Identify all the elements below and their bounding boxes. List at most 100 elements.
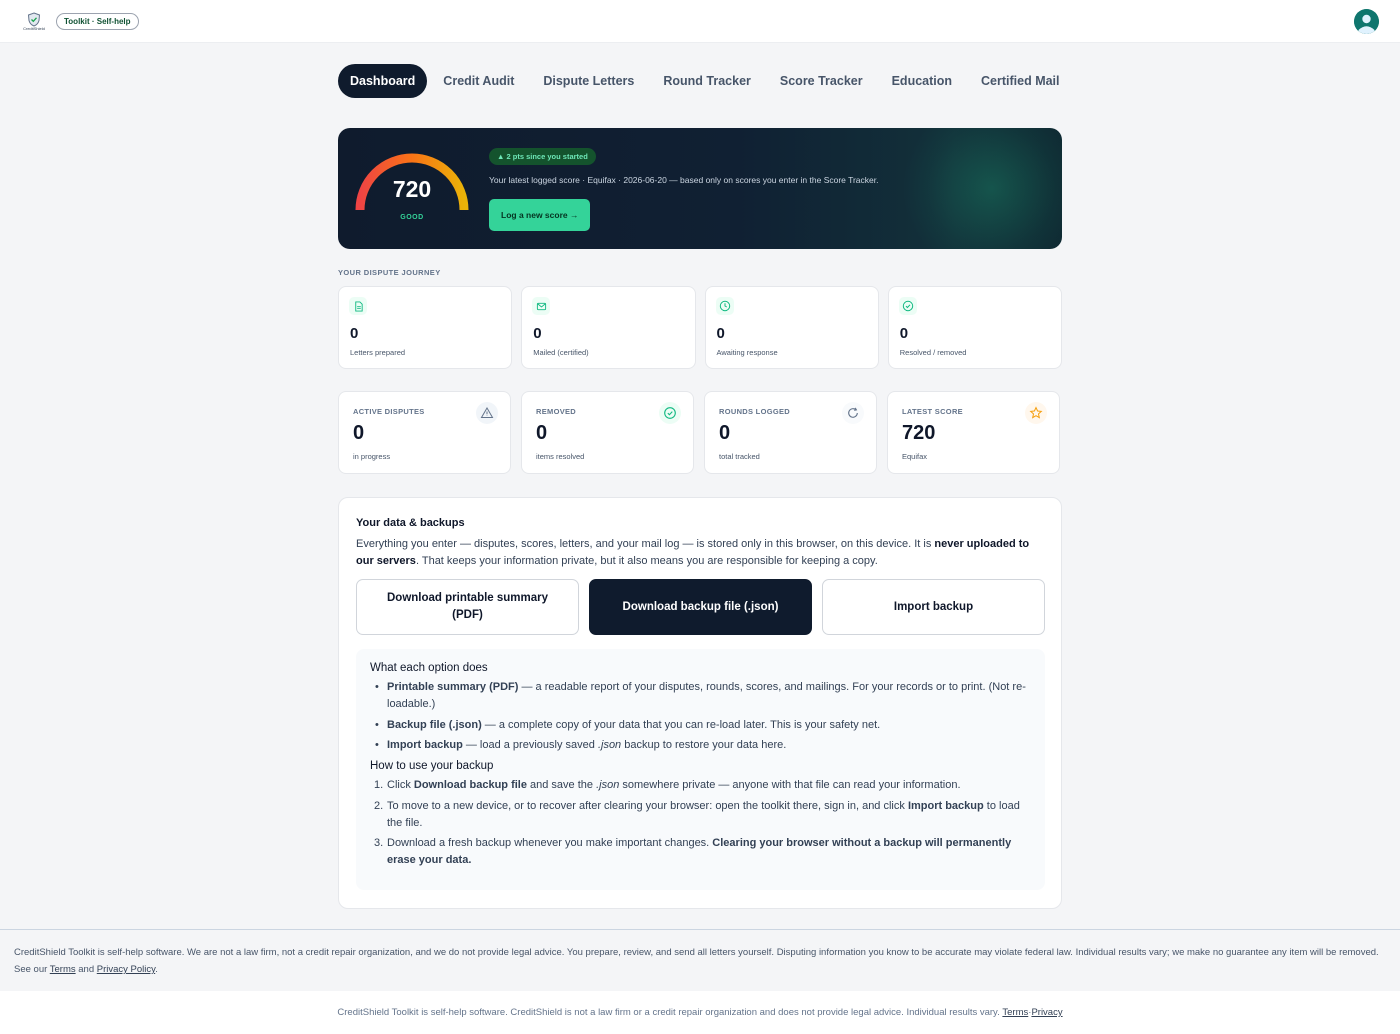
option-name: Import backup (387, 739, 463, 751)
stat-title: LATEST SCORE (902, 407, 963, 416)
score-hero-card: 720 GOOD ▲ 2 pts since you started Your … (338, 128, 1062, 249)
stat-subtitle: total tracked (719, 452, 760, 461)
step-text: Click (387, 779, 414, 791)
journey-card-letters-prepared: 0 Letters prepared (338, 286, 513, 369)
creditshield-logo[interactable]: CreditShield (22, 9, 46, 33)
download-backup-json-button[interactable]: Download backup file (.json) (589, 579, 812, 635)
step-text: Download a fresh backup whenever you mak… (387, 837, 713, 849)
toolkit-self-help-badge: Toolkit · Self-help (56, 12, 139, 30)
hero-glow (902, 128, 1062, 249)
star-icon (1025, 402, 1047, 424)
howto-list: 1. Click Download backup file and save th… (370, 777, 1031, 869)
stat-card-latest-score: LATEST SCORE 720 Equifax (887, 391, 1060, 474)
stat-subtitle: Equifax (902, 452, 928, 461)
privacy-policy-link[interactable]: Privacy Policy (97, 964, 155, 975)
stat-value: 720 (902, 422, 936, 444)
score-gauge: 720 GOOD (354, 150, 470, 230)
check-circle-icon (898, 297, 917, 315)
top-bar: CreditShield Toolkit · Self-help (0, 0, 1400, 43)
disclaimer-footer: CreditShield Toolkit is self-help softwa… (0, 929, 1400, 991)
option-text: — a complete copy of your data that you … (481, 718, 881, 731)
journey-label: Awaiting response (716, 348, 778, 357)
import-backup-button[interactable]: Import backup (822, 579, 1045, 635)
tab-dashboard[interactable]: Dashboard (338, 64, 428, 98)
footer-text: CreditShield Toolkit is self-help softwa… (337, 1007, 1000, 1018)
data-backups-description: Everything you enter — disputes, scores,… (356, 536, 1046, 570)
stat-value: 0 (536, 422, 548, 444)
disclaimer-text: CreditShield Toolkit is self-help softwa… (14, 947, 1379, 975)
desc-text: Everything you enter — disputes, scores,… (356, 538, 935, 550)
stat-subtitle: in progress (353, 452, 391, 461)
step-number: 1. (374, 779, 384, 791)
log-new-score-button[interactable]: Log a new score → (489, 199, 591, 231)
list-item: 3. Download a fresh backup whenever you m… (370, 835, 1031, 869)
terms-link[interactable]: Terms (50, 964, 76, 975)
howto-heading: How to use your backup (370, 760, 494, 772)
journey-value: 0 (716, 325, 725, 342)
gauge-rating-label: GOOD (400, 214, 424, 221)
tab-round-tracker[interactable]: Round Tracker (651, 64, 763, 98)
download-pdf-summary-button[interactable]: Download printable summary (PDF) (356, 579, 579, 635)
journey-label: Resolved / removed (899, 348, 967, 357)
disclaimer-end: . (155, 964, 158, 975)
stats-cards: ACTIVE DISPUTES 0 in progress REMOVED 0 … (338, 391, 1062, 474)
stat-value: 0 (719, 422, 731, 444)
document-icon (349, 297, 367, 315)
main-nav-tabs: Dashboard Credit Audit Dispute Letters R… (338, 64, 1062, 98)
step-italic: .json (596, 779, 620, 791)
option-text-end: backup to restore your data here. (621, 739, 787, 751)
step-number: 3. (374, 837, 384, 849)
stat-card-active-disputes: ACTIVE DISPUTES 0 in progress (338, 391, 511, 474)
tab-dispute-letters[interactable]: Dispute Letters (531, 64, 646, 98)
tab-education[interactable]: Education (880, 64, 964, 98)
stat-title: REMOVED (536, 407, 577, 416)
bottom-footer: CreditShield Toolkit is self-help softwa… (0, 991, 1400, 1034)
journey-card-resolved: 0 Resolved / removed (887, 286, 1062, 369)
journey-card-awaiting: 0 Awaiting response (704, 286, 879, 369)
list-item: 2. To move to a new device, or to recover… (370, 798, 1031, 832)
options-list: Printable summary (PDF) — a readable rep… (370, 679, 1031, 754)
list-item: Backup file (.json) — a complete copy of… (370, 717, 1031, 734)
tab-score-tracker[interactable]: Score Tracker (768, 64, 875, 98)
warning-icon (476, 402, 498, 424)
user-icon (1354, 9, 1379, 34)
journey-label: Letters prepared (350, 348, 406, 357)
tab-credit-audit[interactable]: Credit Audit (431, 64, 526, 98)
step-bold: Import backup (907, 799, 984, 812)
shield-icon (27, 11, 41, 27)
option-text: — load a previously saved (462, 739, 598, 751)
option-italic: .json (597, 739, 622, 751)
dispute-journey-cards: 0 Letters prepared 0 Mailed (certified) … (338, 286, 1062, 369)
options-heading: What each option does (370, 662, 488, 674)
stat-card-removed: REMOVED 0 items resolved (521, 391, 694, 474)
footer-privacy-link[interactable]: Privacy (1031, 1007, 1062, 1018)
tab-certified-mail[interactable]: Certified Mail (969, 64, 1062, 98)
journey-value: 0 (899, 325, 909, 342)
option-name: Backup file (.json) (387, 718, 482, 731)
journey-card-mailed: 0 Mailed (certified) (521, 286, 696, 369)
latest-score-description: Your latest logged score · Equifax · 202… (489, 175, 879, 185)
journey-label: Mailed (certified) (533, 348, 589, 357)
step-text: and save the (526, 779, 597, 791)
backup-button-row: Download printable summary (PDF) Downloa… (356, 579, 1045, 635)
score-change-badge: ▲ 2 pts since you started (489, 148, 596, 165)
disclaimer-and: and (75, 964, 97, 975)
check-circle-icon (659, 402, 681, 424)
user-avatar[interactable] (1354, 9, 1379, 34)
desc-text-end: . That keeps your information private, b… (415, 555, 878, 567)
list-item: 1. Click Download backup file and save th… (370, 777, 1031, 794)
stat-value: 0 (353, 422, 365, 444)
logo-text: CreditShield (23, 25, 45, 31)
clock-icon (715, 297, 734, 315)
stat-title: ROUNDS LOGGED (719, 407, 790, 416)
step-text: somewhere private — anyone with that fil… (619, 779, 961, 791)
gauge-score-value: 720 (392, 176, 432, 202)
footer-terms-link[interactable]: Terms (1002, 1007, 1028, 1018)
dispute-journey-label: YOUR DISPUTE JOURNEY (338, 268, 441, 277)
list-item: Printable summary (PDF) — a readable rep… (370, 679, 1031, 713)
journey-value: 0 (350, 325, 359, 342)
stat-card-rounds-logged: ROUNDS LOGGED 0 total tracked (704, 391, 877, 474)
step-text: To move to a new device, or to recover a… (387, 799, 908, 812)
mail-icon (532, 297, 551, 315)
step-number: 2. (374, 799, 384, 812)
